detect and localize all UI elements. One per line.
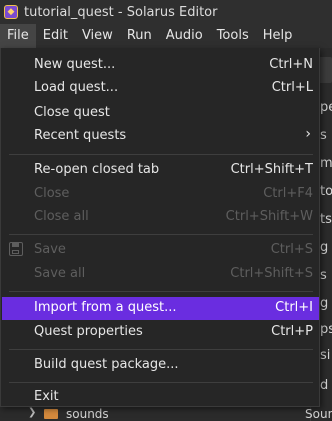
tree-label: sounds — [66, 407, 109, 421]
menu-item-label: Build quest package... — [34, 357, 179, 372]
bg-text: si — [320, 348, 331, 363]
menu-help[interactable]: Help — [256, 24, 300, 48]
bg-text: s — [320, 128, 327, 143]
menu-item-shortcut: Ctrl+N — [269, 57, 313, 72]
menu-item-close[interactable]: Close Ctrl+F4 — [2, 183, 319, 206]
bg-text: g — [320, 296, 329, 311]
menu-item-exit[interactable]: Exit — [2, 386, 319, 409]
menu-item-reopen-closed-tab[interactable]: Re-open closed tab Ctrl+Shift+T — [2, 159, 319, 182]
menu-item-shortcut: Ctrl+S — [270, 242, 313, 257]
menu-item-new-quest[interactable]: New quest... Ctrl+N — [2, 54, 319, 77]
menu-item-load-quest[interactable]: Load quest... Ctrl+L — [2, 77, 319, 100]
bg-text: ts — [320, 212, 332, 227]
window-title: tutorial_quest - Solarus Editor — [24, 4, 218, 20]
menu-item-recent-quests[interactable]: Recent quests › — [2, 125, 319, 148]
menu-tools[interactable]: Tools — [210, 24, 256, 48]
menu-item-label: Save — [34, 242, 66, 257]
menu-item-close-quest[interactable]: Close quest — [2, 102, 319, 125]
menu-item-shortcut: Ctrl+P — [271, 324, 313, 339]
menu-item-build-quest-package[interactable]: Build quest package... — [2, 354, 319, 377]
menu-run[interactable]: Run — [120, 24, 159, 48]
menu-separator — [9, 154, 313, 155]
tree-type: Sound — [305, 407, 332, 421]
submenu-arrow-icon: › — [305, 126, 311, 142]
menu-item-label: Re-open closed tab — [34, 162, 160, 177]
menu-item-shortcut: Ctrl+F4 — [263, 186, 313, 201]
menu-audio[interactable]: Audio — [159, 24, 210, 48]
menu-edit[interactable]: Edit — [36, 24, 75, 48]
menu-item-label: Close all — [34, 209, 89, 224]
menu-item-label: Close quest — [34, 105, 110, 120]
menu-item-label: Quest properties — [34, 324, 143, 339]
menu-item-save-all[interactable]: Save all Ctrl+Shift+S — [2, 263, 319, 286]
menu-item-shortcut: Ctrl+Shift+S — [230, 266, 313, 281]
menu-item-label: New quest... — [34, 57, 116, 72]
save-icon — [9, 242, 23, 256]
bg-text: pe — [320, 100, 332, 115]
tree-row-sounds[interactable]: ❯ sounds Sound — [0, 407, 332, 421]
folder-icon — [44, 409, 58, 419]
menu-item-save[interactable]: Save Ctrl+S — [2, 239, 319, 262]
bg-text: g — [320, 240, 329, 255]
menu-item-import-from-quest[interactable]: Import from a quest... Ctrl+I — [2, 297, 319, 320]
menu-separator — [9, 234, 313, 235]
menu-item-label: Exit — [34, 389, 59, 404]
menu-item-label: Load quest... — [34, 80, 119, 95]
menu-item-quest-properties[interactable]: Quest properties Ctrl+P — [2, 321, 319, 344]
menu-item-shortcut: Ctrl+L — [271, 80, 313, 95]
menu-separator — [9, 382, 313, 383]
menu-item-label: Close — [34, 186, 70, 201]
title-bar: ◆ tutorial_quest - Solarus Editor — [0, 0, 332, 24]
menu-item-label: Import from a quest... — [34, 300, 177, 315]
menu-item-label: Save all — [34, 266, 86, 281]
menu-item-close-all[interactable]: Close all Ctrl+Shift+W — [2, 206, 319, 229]
solarus-app-icon: ◆ — [4, 5, 18, 19]
menu-item-label: Recent quests — [34, 128, 127, 143]
menu-item-shortcut: Ctrl+Shift+W — [225, 209, 313, 224]
bg-text: s — [320, 268, 327, 283]
bg-text: d — [320, 378, 329, 393]
menu-separator — [9, 291, 313, 292]
menu-item-shortcut: Ctrl+Shift+T — [230, 162, 313, 177]
menu-separator — [9, 349, 313, 350]
menu-file[interactable]: File — [0, 24, 36, 48]
bg-text: ps — [320, 322, 332, 337]
menu-bar: File Edit View Run Audio Tools Help — [0, 24, 332, 48]
menu-view[interactable]: View — [75, 24, 120, 48]
menu-item-shortcut: Ctrl+I — [275, 300, 313, 315]
bg-text: m — [320, 156, 332, 171]
bg-text: to — [320, 184, 332, 199]
file-menu-dropdown: New quest... Ctrl+N Load quest... Ctrl+L… — [0, 48, 320, 407]
